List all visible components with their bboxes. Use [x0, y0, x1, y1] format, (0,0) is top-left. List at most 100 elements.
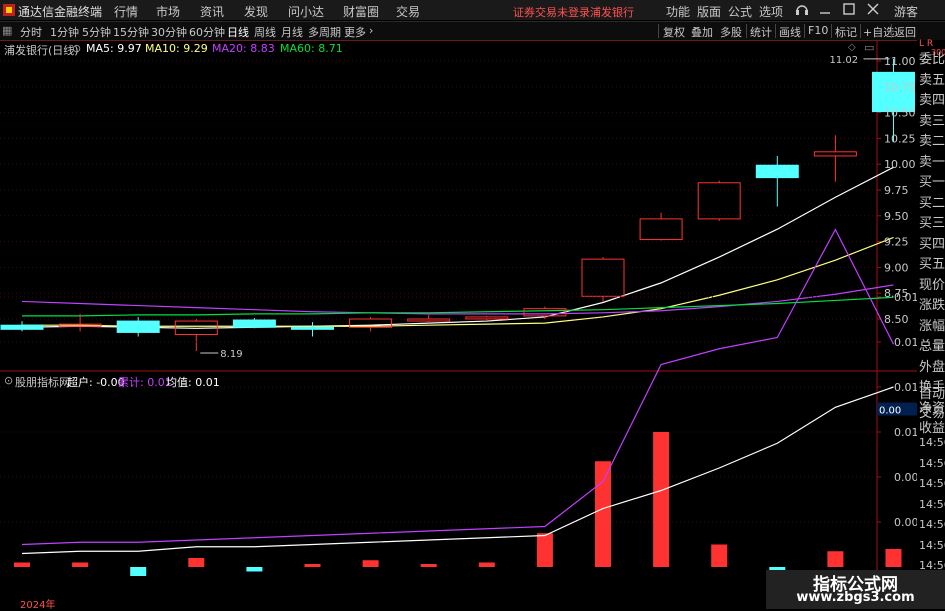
- tool-gongshi[interactable]: 公式: [728, 3, 752, 20]
- price-grid: [0, 60, 881, 320]
- period-60min[interactable]: 60分钟: [189, 24, 225, 40]
- panel-label[interactable]: 外盘: [919, 356, 945, 375]
- tool-xuanxiang[interactable]: 选项: [759, 3, 783, 20]
- high-price-label: 11.02: [830, 55, 859, 66]
- panel-lower-label[interactable]: 自动: [919, 383, 945, 402]
- panel-label[interactable]: 卖五: [919, 69, 945, 88]
- candlesticks[interactable]: [0, 58, 915, 351]
- panel-label[interactable]: 买三: [919, 212, 945, 231]
- candle-body-up: [697, 182, 741, 220]
- grid-icon[interactable]: ▦: [2, 24, 12, 37]
- ma60-label: MA60: 8.71: [280, 42, 343, 55]
- period-more[interactable]: 更多: [344, 24, 366, 40]
- diamond-icon[interactable]: ◇: [848, 42, 856, 53]
- price-tick-label: 11.00: [884, 55, 916, 68]
- stock-name-title: 浦发银行: [590, 6, 634, 19]
- chart-area[interactable]: 11.00 10.75 10.50 10.25 10.00 9.75 9.50 9.25 9.0…: [0, 40, 917, 609]
- period-month[interactable]: 月线: [281, 24, 303, 40]
- tool-biaoji[interactable]: 标记: [835, 24, 857, 40]
- title-bar: 通达信金融终端 行情 市场 资讯 发现 问小达 财富圈 交易 证券交易未登录 浦…: [0, 0, 945, 20]
- ma-lines: [21, 166, 894, 329]
- panel-label[interactable]: 卖一: [919, 151, 945, 170]
- period-fenshi[interactable]: 分时: [20, 24, 42, 40]
- indicator-bar: [188, 558, 205, 567]
- panel-time: 14:56: [919, 436, 945, 449]
- chevron-right-icon[interactable]: ›: [369, 24, 373, 37]
- panel-label[interactable]: 委比: [919, 48, 945, 67]
- close-icon[interactable]: [866, 2, 880, 19]
- period-1min[interactable]: 1分钟: [50, 24, 79, 40]
- guest-label[interactable]: 游客: [894, 3, 918, 20]
- dropdown-icon[interactable]: ⊙: [72, 42, 81, 55]
- tool-banmian[interactable]: 版面: [697, 3, 721, 20]
- menu-wenxiaoda[interactable]: 问小达: [288, 3, 324, 20]
- panel-label[interactable]: 卖三: [919, 110, 945, 129]
- price-tick-label: 10.75: [884, 81, 916, 94]
- price-tick-label: 9.50: [884, 210, 909, 223]
- watermark: 指标公式网 www.zbgs3.com: [766, 570, 945, 609]
- tool-f10[interactable]: F10: [808, 24, 828, 37]
- panel-time: 14:56: [919, 497, 945, 511]
- panel-lower-label[interactable]: 交易: [919, 402, 945, 421]
- panel-label[interactable]: 买一: [919, 171, 945, 190]
- headset-icon[interactable]: [795, 2, 809, 19]
- maximize-icon[interactable]: [842, 2, 856, 19]
- indicator-bar: [72, 562, 89, 567]
- indicator-tick-label: 0.00: [894, 471, 917, 484]
- menu-faxian[interactable]: 发现: [244, 3, 268, 20]
- panel-time: 14:56: [919, 456, 945, 470]
- chart-title: 浦发银行(日线): [4, 44, 79, 57]
- indicator-bar: [827, 551, 844, 567]
- indicator-name: 股朋指标网: [15, 376, 70, 389]
- indicator-tick-label: 0.01: [894, 426, 917, 439]
- tool-tongji[interactable]: 统计: [750, 24, 772, 40]
- window-icon[interactable]: ▭: [864, 41, 874, 54]
- candle-body-up: [639, 218, 683, 241]
- indicator-dropdown-icon[interactable]: ⊙: [4, 374, 13, 387]
- indicator-line_white: [21, 386, 894, 555]
- ma20-label: MA20: 8.83: [212, 42, 275, 55]
- tool-fuquan[interactable]: 复权: [663, 24, 685, 40]
- menu-caifuquan[interactable]: 财富圈: [343, 3, 379, 20]
- indicator-tick-label: 0.01: [894, 291, 917, 304]
- price-tick-label: 10.25: [884, 132, 916, 145]
- indicator-bar: [130, 567, 147, 576]
- panel-label[interactable]: 买五: [919, 253, 945, 272]
- panel-label[interactable]: 涨幅: [919, 315, 945, 334]
- tool-huaxian[interactable]: 画线: [779, 24, 801, 40]
- indicator-bar: [14, 562, 30, 567]
- period-30min[interactable]: 30分钟: [151, 24, 187, 40]
- panel-label[interactable]: 现价: [919, 274, 945, 293]
- panel-label[interactable]: 涨跌: [919, 294, 945, 313]
- tool-zixuan[interactable]: +自选: [863, 24, 894, 40]
- low-price-label: 8.19: [220, 349, 242, 360]
- period-15min[interactable]: 15分钟: [113, 24, 149, 40]
- tool-diejia[interactable]: 叠加: [691, 24, 713, 40]
- period-multi[interactable]: 多周期: [308, 24, 341, 40]
- panel-label[interactable]: 买四: [919, 233, 945, 252]
- ma10-line: [22, 236, 894, 327]
- panel-label[interactable]: 卖四: [919, 89, 945, 108]
- tool-fanhui[interactable]: 返回: [894, 24, 916, 40]
- minimize-icon[interactable]: [818, 2, 832, 19]
- menu-hangqing[interactable]: 行情: [114, 3, 138, 20]
- tool-gongneng[interactable]: 功能: [666, 3, 690, 20]
- panel-label[interactable]: 总量: [919, 335, 945, 354]
- quote-side-panel: L R 300 委比 卖五 卖四 卖三 卖二 卖一 买一 买二 买三 买四 买五 现价 涨跌 涨幅 总量 外盘…: [917, 39, 945, 609]
- panel-label[interactable]: 卖二: [919, 130, 945, 149]
- price-tick-label: 10.00: [884, 158, 916, 171]
- period-week[interactable]: 周线: [254, 24, 276, 40]
- trade-status[interactable]: 证券交易未登录: [513, 4, 590, 20]
- indicator-bar: [420, 564, 437, 567]
- ma20-line: [21, 284, 894, 315]
- candle-body-up: [465, 316, 509, 320]
- candle-body-down: [116, 320, 160, 333]
- tool-duogu[interactable]: 多股: [720, 24, 742, 40]
- candle-body-up: [813, 151, 857, 157]
- menu-zixun[interactable]: 资讯: [200, 3, 224, 20]
- period-5min[interactable]: 5分钟: [82, 24, 111, 40]
- menu-jiaoyi[interactable]: 交易: [396, 3, 420, 20]
- panel-label[interactable]: 买二: [919, 192, 945, 211]
- menu-shichang[interactable]: 市场: [156, 3, 180, 20]
- period-day[interactable]: 日线: [227, 24, 249, 40]
